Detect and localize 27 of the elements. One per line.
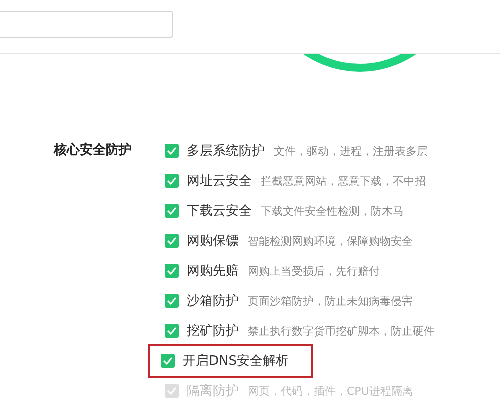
option-label: 隔离防护 <box>187 383 239 400</box>
checkbox[interactable] <box>165 324 179 338</box>
checkbox[interactable] <box>165 204 179 218</box>
option-description: 智能检测网购环境，保障购物安全 <box>248 234 413 248</box>
checkbox[interactable] <box>165 294 179 308</box>
option-label: 网购先赔 <box>187 263 239 280</box>
option-label: 多层系统防护 <box>187 143 265 160</box>
option-description: 网页，代码，插件，CPU进程隔离 <box>248 384 414 398</box>
option-description: 下载文件安全性检测，防木马 <box>261 204 404 218</box>
option-description: 页面沙箱防护，防止未知病毒侵害 <box>248 294 413 308</box>
search-field[interactable] <box>0 11 173 38</box>
section-title: 核心安全防护 <box>52 142 133 160</box>
option-label: 沙箱防护 <box>187 293 239 310</box>
option-label: 网址云安全 <box>187 173 252 190</box>
checkbox[interactable] <box>165 174 179 188</box>
checkbox[interactable] <box>165 264 179 278</box>
option-description: 文件，驱动，进程，注册表多层 <box>274 144 428 158</box>
checkbox[interactable] <box>165 234 179 248</box>
option-description: 禁止执行数字货币挖矿脚本，防止硬件 <box>248 324 435 338</box>
checkbox[interactable] <box>161 354 175 368</box>
option-label: 开启DNS安全解析 <box>183 353 289 370</box>
option-label: 下载云安全 <box>187 203 252 220</box>
option-label: 网购保镖 <box>187 233 239 250</box>
option-description: 网购上当受损后，先行赔付 <box>248 264 380 278</box>
option-label: 挖矿防护 <box>187 323 239 340</box>
checkbox[interactable] <box>165 144 179 158</box>
option-description: 拦截恶意网站，恶意下载，不中招 <box>261 174 426 188</box>
